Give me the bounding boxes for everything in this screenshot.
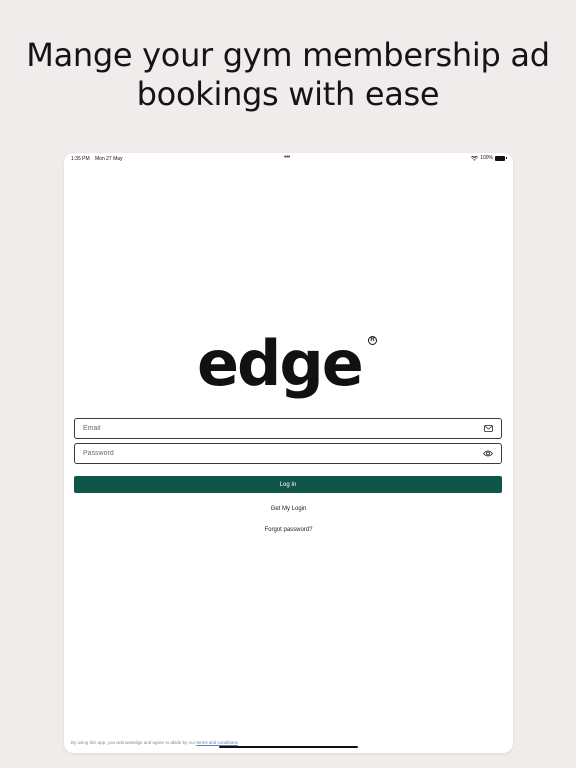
- registered-mark-icon: R: [368, 336, 377, 345]
- password-field[interactable]: [74, 443, 502, 464]
- wifi-icon: [471, 155, 479, 161]
- headline-line-2: bookings with ease: [136, 75, 440, 113]
- status-time: 1:35 PM: [71, 156, 90, 162]
- terms-footer: By using this app, you acknowledge and a…: [71, 740, 238, 745]
- battery-percent: 100%: [480, 155, 493, 161]
- edge-logo: edge R: [197, 329, 377, 399]
- forgot-password-link[interactable]: Forgot password?: [64, 527, 513, 533]
- email-input[interactable]: [83, 419, 483, 438]
- email-field[interactable]: [74, 418, 502, 439]
- login-button[interactable]: Log In: [74, 476, 502, 493]
- headline-line-1: Mange your gym membership ad: [26, 36, 550, 74]
- eye-icon[interactable]: [483, 449, 493, 459]
- multitasking-dots-icon[interactable]: •••: [284, 154, 290, 161]
- envelope-icon: [483, 424, 493, 434]
- password-input[interactable]: [83, 444, 483, 463]
- terms-link[interactable]: terms and conditions: [196, 740, 238, 745]
- status-right: 100%: [471, 155, 507, 161]
- get-my-login-link[interactable]: Get My Login: [64, 506, 513, 512]
- logo-wordmark: edge: [197, 327, 364, 400]
- battery-icon: [495, 155, 507, 161]
- footer-text: By using this app, you acknowledge and a…: [71, 740, 196, 745]
- device-screen: 1:35 PM Mon 27 May ••• 100% edge R Email…: [64, 153, 513, 753]
- status-bar: 1:35 PM Mon 27 May ••• 100%: [64, 153, 513, 165]
- marketing-headline: Mange your gym membership ad bookings wi…: [0, 36, 576, 114]
- home-indicator[interactable]: [219, 746, 358, 748]
- status-date: Mon 27 May: [95, 156, 123, 162]
